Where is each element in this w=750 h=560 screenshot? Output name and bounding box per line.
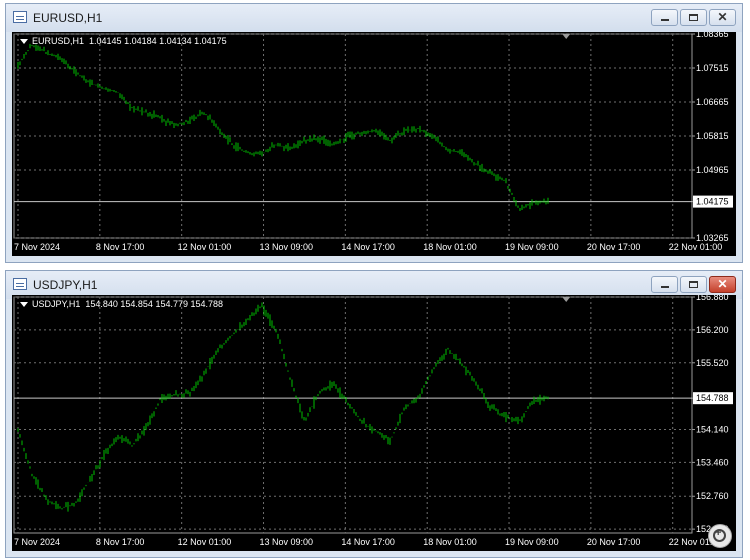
price-chart[interactable]: 7 Nov 2024 8 Nov 17:00 12 Nov 01:00 13 Nov …: [12, 32, 736, 256]
x-tick-label: 20 Nov 17:00: [587, 242, 641, 252]
chart-window-usdjpy[interactable]: USDJPY,H1 ✕ 7 Nov 2024 8 Nov 17:00 12 Nov …: [5, 270, 743, 558]
window-title: USDJPY,H1: [33, 278, 98, 292]
x-tick-label: 7 Nov 2024: [14, 242, 60, 252]
minimize-button[interactable]: [651, 9, 678, 26]
y-tick-label: 156.200: [696, 325, 729, 335]
chart-symbol: USDJPY,H1: [32, 299, 81, 309]
y-tick-label: 154.140: [696, 425, 729, 435]
y-tick-label: 155.520: [696, 358, 729, 368]
chart-ohlc: 154.840 154.854 154.779 154.788: [85, 299, 224, 309]
x-tick-label: 13 Nov 09:00: [260, 537, 314, 547]
plot-frame: [13, 296, 693, 534]
x-tick-label: 12 Nov 01:00: [178, 242, 232, 252]
current-price-label: 1.04175: [696, 197, 729, 207]
x-tick-label: 14 Nov 17:00: [341, 537, 395, 547]
close-icon: ✕: [717, 10, 728, 24]
current-price-label: 154.788: [696, 393, 729, 403]
chart-info-label: EURUSD,H1 1.04145 1.04184 1.04134 1.0417…: [20, 36, 227, 46]
x-tick-label: 22 Nov 01:00: [669, 242, 723, 252]
y-tick-label: 152.760: [696, 491, 729, 501]
minimize-button[interactable]: [651, 276, 678, 293]
chart-ohlc: 1.04145 1.04184 1.04134 1.04175: [89, 36, 227, 46]
x-tick-label: 13 Nov 09:00: [260, 242, 314, 252]
close-button[interactable]: ✕: [709, 9, 736, 26]
chart-info-label: USDJPY,H1 154.840 154.854 154.779 154.78…: [20, 299, 223, 309]
usdjpy-chart-svg: 7 Nov 2024 8 Nov 17:00 12 Nov 01:00 13 Nov …: [13, 295, 733, 547]
x-tick-label: 12 Nov 01:00: [178, 537, 232, 547]
y-tick-label: 1.08365: [696, 32, 729, 39]
x-tick-label: 8 Nov 17:00: [96, 537, 145, 547]
x-tick-label: 20 Nov 17:00: [587, 537, 641, 547]
dropdown-triangle-icon[interactable]: [20, 39, 28, 45]
titlebar[interactable]: EURUSD,H1 ✕: [6, 4, 742, 32]
y-tick-label: 1.03265: [696, 233, 729, 243]
zoom-in-icon[interactable]: [708, 524, 732, 548]
chart-shift-marker: [562, 297, 571, 302]
maximize-icon: [689, 14, 698, 21]
minimize-icon: [661, 286, 669, 288]
x-tick-label: 18 Nov 01:00: [423, 537, 477, 547]
maximize-button[interactable]: [680, 9, 707, 26]
x-tick-label: 14 Nov 17:00: [341, 242, 395, 252]
close-icon: ✕: [717, 277, 728, 291]
y-tick-label: 1.04965: [696, 165, 729, 175]
y-tick-label: 1.05815: [696, 131, 729, 141]
minimize-icon: [661, 19, 669, 21]
x-tick-label: 19 Nov 09:00: [505, 242, 559, 252]
x-tick-label: 8 Nov 17:00: [96, 242, 145, 252]
chart-shift-marker: [562, 34, 571, 39]
chart-window-icon: [13, 278, 27, 290]
y-tick-label: 153.460: [696, 457, 729, 467]
x-tick-label: 18 Nov 01:00: [423, 242, 477, 252]
chart-window-icon: [13, 11, 27, 23]
maximize-button[interactable]: [680, 276, 707, 293]
y-tick-label: 156.880: [696, 295, 729, 302]
dropdown-triangle-icon[interactable]: [20, 302, 28, 308]
eurusd-chart-svg: 7 Nov 2024 8 Nov 17:00 12 Nov 01:00 13 Nov …: [13, 32, 733, 252]
y-tick-label: 1.06665: [696, 97, 729, 107]
chart-window-eurusd[interactable]: EURUSD,H1 ✕ 7 Nov 2024 8 Nov 17:00 12 Nov …: [5, 3, 743, 263]
x-tick-label: 7 Nov 2024: [14, 537, 60, 547]
close-button[interactable]: ✕: [709, 276, 736, 293]
x-tick-label: 19 Nov 09:00: [505, 537, 559, 547]
y-tick-label: 1.07515: [696, 63, 729, 73]
chart-symbol: EURUSD,H1: [32, 36, 85, 46]
maximize-icon: [689, 281, 698, 288]
price-chart[interactable]: 7 Nov 2024 8 Nov 17:00 12 Nov 01:00 13 Nov …: [12, 295, 736, 551]
window-title: EURUSD,H1: [33, 11, 103, 25]
